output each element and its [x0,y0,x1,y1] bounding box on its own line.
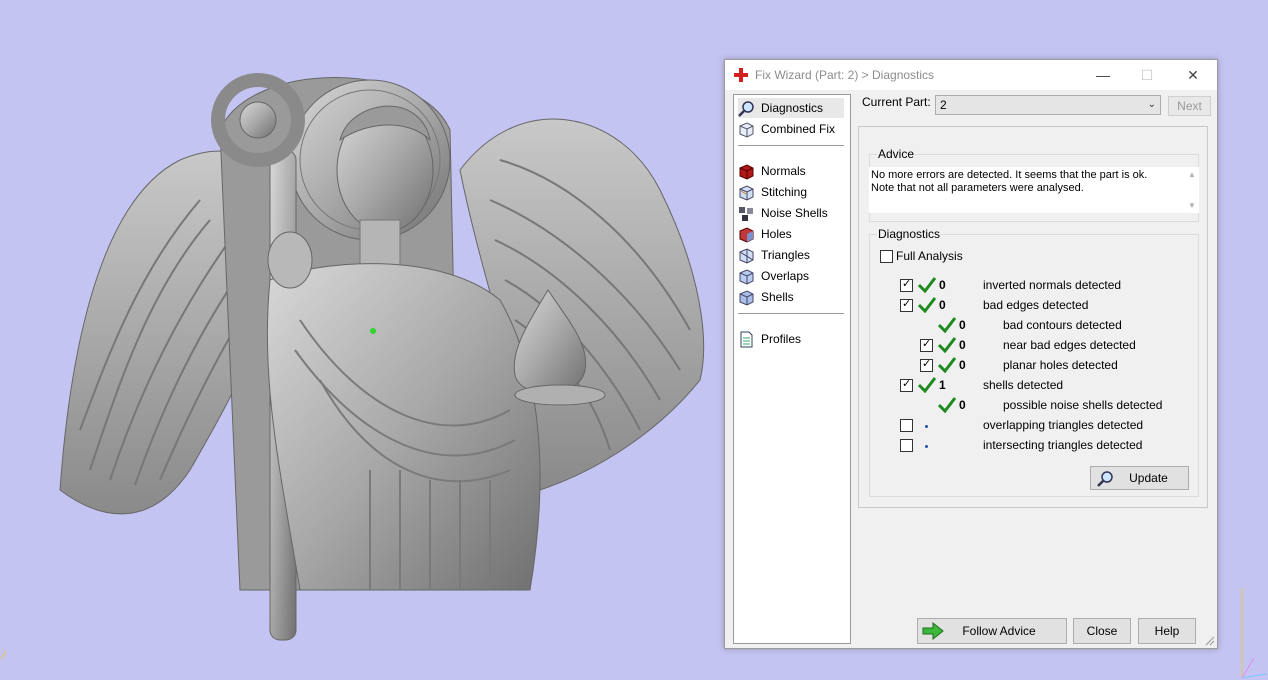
current-part-select[interactable]: 2 ⌄ [935,95,1161,115]
green-arrow-icon [922,622,944,640]
pending-dot-icon [925,425,928,428]
row-label: possible noise shells detected [1003,398,1163,412]
document-icon [740,331,753,347]
row-count: 0 [959,398,966,412]
nav-item-shells[interactable]: Shells [738,287,844,307]
noise-shells-icon [739,206,753,221]
row-label: shells detected [983,378,1064,392]
checkmark-icon: ✓ [922,358,932,370]
row-checkbox[interactable] [900,439,913,452]
shells-cube-icon [739,289,754,306]
holes-cube-icon [739,226,754,243]
current-part-value: 2 [940,98,947,112]
row-checkbox[interactable] [900,419,913,432]
update-label: Update [1129,471,1168,485]
diagnostics-panel: Advice No more errors are detected. It s… [858,126,1208,508]
angel-3d-model[interactable] [40,50,720,650]
row-label: bad edges detected [983,298,1089,312]
magnifier-icon [738,100,754,117]
fix-wizard-dialog: Fix Wizard (Part: 2) > Diagnostics — ☐ ✕… [724,59,1218,649]
chevron-down-icon: ⌄ [1147,99,1156,110]
row-count: 1 [939,378,946,392]
current-part-label: Current Part: [862,95,931,109]
follow-advice-button[interactable]: Follow Advice [917,618,1067,644]
row-label: bad contours detected [1003,318,1122,332]
row-checkbox[interactable]: ✓ [920,338,933,352]
diagnostics-group: Diagnostics Full Analysis ✓ 0 inverted n… [869,227,1199,497]
advice-title: Advice [877,147,916,161]
resize-grip-icon[interactable] [1205,636,1215,646]
green-check-icon [938,337,956,353]
row-label: inverted normals detected [983,278,1122,292]
window-title: Fix Wizard (Part: 2) > Diagnostics [755,68,935,82]
green-check-icon [938,357,956,373]
green-check-icon [918,297,936,313]
row-checkbox[interactable]: ✓ [900,298,913,312]
green-check-icon [938,397,956,413]
checkmark-icon: ✓ [902,278,912,290]
nav-item-normals[interactable]: Normals [738,161,844,181]
cube-fix-icon [739,121,754,138]
scroll-down-icon[interactable]: ▼ [1185,201,1199,210]
row-checkbox[interactable]: ✓ [900,278,913,292]
row-label: near bad edges detected [1003,338,1136,352]
pending-dot-icon [925,445,928,448]
checkmark-icon: ✓ [902,298,912,310]
close-window-button[interactable]: ✕ [1171,60,1215,90]
row-count: 0 [959,358,966,372]
nav-item-diagnostics[interactable]: Diagnostics [738,98,844,118]
advice-line-2: Note that not all parameters were analys… [871,182,1084,194]
row-checkbox[interactable]: ✓ [920,358,933,372]
nav-item-holes[interactable]: Holes [738,224,844,244]
nav-separator [738,145,844,146]
nav-item-overlaps[interactable]: Overlaps [738,266,844,286]
normals-cube-icon [739,163,754,180]
row-count: 0 [939,298,946,312]
follow-advice-label: Follow Advice [962,624,1036,638]
row-count: 0 [959,338,966,352]
red-cross-icon [734,68,748,82]
checkmark-icon: ✓ [922,338,932,350]
axis-marker-left [0,650,7,660]
overlaps-cube-icon [739,268,754,285]
nav-item-profiles[interactable]: Profiles [738,329,844,349]
wizard-nav: Diagnostics Combined Fix Normals Stitchi… [733,94,851,644]
update-button[interactable]: Update [1090,466,1189,490]
next-button: Next [1168,96,1211,116]
row-label: overlapping triangles detected [983,418,1144,432]
diagnostics-title: Diagnostics [877,227,942,241]
stitching-cube-icon [739,184,754,201]
advice-scrollbar[interactable]: ▲ ▼ [1185,167,1199,213]
maximize-button: ☐ [1140,66,1154,83]
nav-item-combined-fix[interactable]: Combined Fix [738,119,844,139]
nav-item-noise-shells[interactable]: Noise Shells [738,203,844,223]
row-label: planar holes detected [1003,358,1118,372]
advice-textbox[interactable]: No more errors are detected. It seems th… [869,167,1199,213]
nav-item-stitching[interactable]: Stitching [738,182,844,202]
row-count: 0 [959,318,966,332]
row-checkbox[interactable]: ✓ [900,378,913,392]
scroll-up-icon[interactable]: ▲ [1185,170,1199,179]
title-bar[interactable]: Fix Wizard (Part: 2) > Diagnostics — ☐ ✕ [725,60,1217,90]
nav-separator [738,313,844,314]
green-check-icon [938,317,956,333]
full-analysis-label: Full Analysis [896,249,963,263]
close-button[interactable]: Close [1073,618,1131,644]
axis-indicator [1241,588,1267,679]
help-button[interactable]: Help [1138,618,1196,644]
magnifier-icon [1097,471,1113,487]
row-count: 0 [939,278,946,292]
advice-line-1: No more errors are detected. It seems th… [871,169,1148,181]
green-check-icon [918,377,936,393]
nav-item-triangles[interactable]: Triangles [738,245,844,265]
row-label: intersecting triangles detected [983,438,1143,452]
triangles-cube-icon [739,247,754,264]
checkmark-icon: ✓ [902,378,912,390]
full-analysis-checkbox[interactable] [880,250,893,263]
green-check-icon [918,277,936,293]
minimize-button[interactable]: — [1081,60,1125,90]
advice-group: Advice No more errors are detected. It s… [869,147,1199,222]
